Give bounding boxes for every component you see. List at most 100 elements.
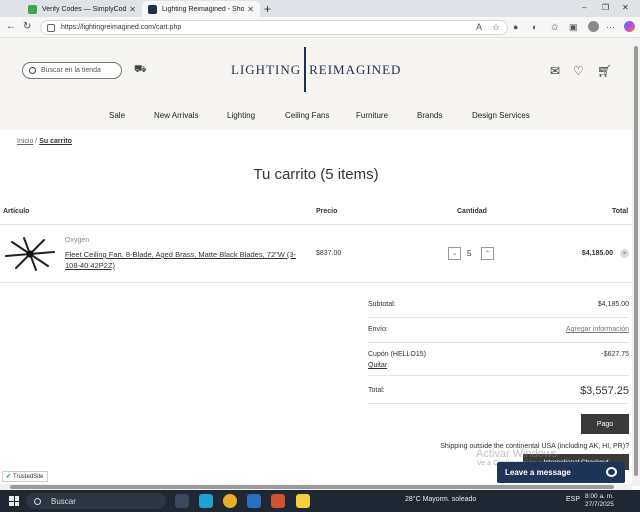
- leave-message-chat-button[interactable]: Leave a message: [497, 462, 625, 483]
- refresh-icon[interactable]: ↻: [23, 21, 31, 32]
- product-unit-price: $837.00: [316, 250, 342, 257]
- clock[interactable]: 8:00 a. m. 27/7/2025: [585, 493, 614, 509]
- col-total: Total: [612, 208, 629, 215]
- nav-item-lighting[interactable]: Lighting: [227, 111, 255, 120]
- chat-bubble-icon: [606, 467, 617, 477]
- tab-title: Lighting Reimagined - Shopping: [162, 5, 245, 13]
- wishlist-heart-icon[interactable]: ♡: [573, 64, 584, 78]
- tab-simplycodes[interactable]: Verify Codes — SimplyCodes ✕: [22, 1, 142, 17]
- url-text: https://lightingreimagined.com/cart.php: [61, 24, 182, 31]
- close-window-icon[interactable]: ✕: [622, 3, 629, 12]
- quantity-value: 5: [467, 249, 472, 258]
- horizontal-scrollbar-thumb[interactable]: [10, 485, 614, 489]
- logo-word-lighting: LIGHTING: [231, 61, 302, 77]
- divider: [368, 403, 629, 404]
- windows-start-icon[interactable]: [9, 496, 19, 506]
- task-view-icon[interactable]: [175, 494, 189, 508]
- site-header: Buscar en la tienda ⛟ LIGHTING REIMAGINE…: [0, 38, 632, 130]
- nav-item-new-arrivals[interactable]: New Arrivals: [154, 111, 198, 120]
- chrome-icon[interactable]: [223, 494, 237, 508]
- check-icon: ✔: [6, 474, 12, 480]
- product-brand: Oxygen: [65, 237, 90, 244]
- logo-word-reimagined: REIMAGINED: [309, 61, 402, 77]
- clock-date: 27/7/2025: [585, 501, 614, 508]
- total-label: Total:: [368, 387, 385, 394]
- search-icon: [29, 67, 36, 74]
- page-scrollbar-thumb[interactable]: [634, 46, 638, 476]
- coupon-value: -$627.75: [601, 351, 629, 358]
- divider: [0, 224, 632, 225]
- product-image-fan[interactable]: [4, 236, 56, 272]
- product-name-link[interactable]: Fleet Ceiling Fan, 8-Blade, Aged Brass, …: [65, 249, 303, 271]
- edge-icon[interactable]: [199, 494, 213, 508]
- nav-item-furniture[interactable]: Furniture: [356, 111, 388, 120]
- subtotal-label: Subtotal:: [368, 301, 396, 308]
- nav-item-ceiling-fans[interactable]: Ceiling Fans: [285, 111, 329, 120]
- minimize-icon[interactable]: –: [582, 3, 586, 12]
- trustedsite-badge[interactable]: ✔ TrustedSite: [2, 471, 48, 482]
- line-total: $4,185.00: [581, 250, 613, 257]
- divider: [368, 375, 629, 376]
- search-icon: [34, 497, 41, 505]
- tab-lighting-reimagined[interactable]: Lighting Reimagined - Shopping ✕: [142, 1, 260, 17]
- language-indicator[interactable]: ESP: [566, 496, 580, 503]
- back-icon[interactable]: ←: [6, 21, 16, 32]
- add-shipping-info-link[interactable]: Agregar información: [566, 326, 629, 333]
- nav-item-design-services[interactable]: Design Services: [472, 111, 530, 120]
- extension-icon[interactable]: ●: [513, 22, 518, 32]
- profile-avatar[interactable]: [588, 21, 599, 32]
- powerpoint-icon[interactable]: [271, 494, 285, 508]
- quantity-increase-button[interactable]: ⌃: [481, 247, 494, 260]
- sticky-notes-icon[interactable]: [296, 494, 310, 508]
- maximize-icon[interactable]: ❐: [602, 3, 609, 12]
- site-logo[interactable]: LIGHTING REIMAGINED: [231, 47, 403, 92]
- taskbar-search-label: Buscar: [51, 496, 76, 506]
- taskbar-search[interactable]: Buscar: [26, 493, 166, 509]
- subtotal-value: $4,185.00: [597, 301, 629, 308]
- grand-total-value: $3,557.25: [580, 385, 629, 397]
- quantity-decrease-button[interactable]: ⌄: [448, 247, 461, 260]
- divider: [368, 342, 629, 343]
- trustedsite-label: TrustedSite: [13, 473, 44, 480]
- new-tab-button[interactable]: +: [264, 2, 271, 16]
- close-tab-icon[interactable]: ✕: [129, 5, 136, 14]
- chat-icon[interactable]: ✉: [550, 64, 560, 78]
- remove-coupon-link[interactable]: Quitar: [368, 362, 387, 369]
- browser-essentials-icon[interactable]: ◐: [532, 22, 537, 32]
- copilot-icon[interactable]: [624, 21, 635, 32]
- more-menu-icon[interactable]: ⋯: [606, 22, 615, 33]
- cart-icon[interactable]: 🛒︎: [597, 64, 612, 78]
- nav-item-sale[interactable]: Sale: [109, 111, 125, 120]
- close-tab-icon[interactable]: ✕: [247, 5, 254, 14]
- favorites-icon[interactable]: ✩: [551, 22, 559, 33]
- weather-widget[interactable]: 28°C Mayorm. soleado: [405, 496, 476, 503]
- read-aloud-icon[interactable]: A: [476, 22, 482, 32]
- col-price: Precio: [316, 208, 338, 215]
- col-item: Artículo: [3, 208, 30, 215]
- leave-message-label: Leave a message: [505, 468, 571, 477]
- lighting-favicon-icon: [148, 4, 157, 14]
- simplycodes-favicon-icon: [28, 4, 37, 14]
- nav-item-brands[interactable]: Brands: [417, 111, 442, 120]
- browser-tabbar: Verify Codes — SimplyCodes ✕ Lighting Re…: [0, 0, 640, 17]
- col-quantity: Cantidad: [457, 208, 487, 215]
- divider: [0, 282, 632, 283]
- category-nav: Sale New Arrivals Lighting Ceiling Fans …: [0, 111, 632, 125]
- url-field[interactable]: https://lightingreimagined.com/cart.php: [40, 20, 508, 35]
- address-bar-row: ← ↻ https://lightingreimagined.com/cart.…: [0, 17, 640, 38]
- coupon-label: Cupón (HELLO15): [368, 351, 426, 358]
- site-info-icon[interactable]: [47, 23, 55, 32]
- breadcrumb-home[interactable]: Inicio: [17, 138, 33, 145]
- store-icon[interactable]: [247, 494, 261, 508]
- activate-windows-watermark: Activar Windows: [476, 448, 558, 460]
- breadcrumb-current[interactable]: Su carrito: [39, 138, 72, 145]
- breadcrumb-separator: /: [35, 138, 38, 145]
- shipping-truck-icon[interactable]: ⛟: [134, 64, 147, 77]
- collections-icon[interactable]: ▣: [569, 22, 578, 33]
- checkout-button[interactable]: Pago: [581, 414, 629, 434]
- favorite-star-icon[interactable]: ☆: [492, 22, 500, 33]
- page-scrollbar[interactable]: [632, 38, 640, 486]
- shipping-label: Envío:: [368, 326, 388, 333]
- store-search-input[interactable]: Buscar en la tienda: [22, 62, 122, 79]
- remove-item-button[interactable]: ×: [620, 249, 629, 258]
